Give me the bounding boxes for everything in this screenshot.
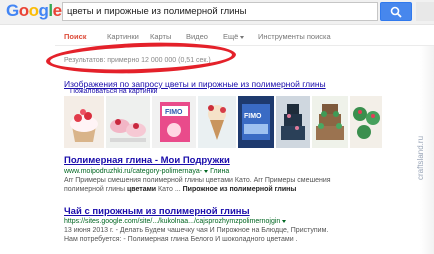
- result-title-link[interactable]: Чай с пирожным из полимерной глины: [64, 206, 250, 217]
- chevron-down-icon[interactable]: [204, 169, 209, 173]
- watermark: craftsland.ru: [416, 135, 425, 180]
- tab-video[interactable]: Видео: [186, 32, 208, 41]
- result-date: 13 июня 2013 г.: [64, 227, 114, 234]
- report-images-link[interactable]: Пожаловаться на картинки: [70, 88, 157, 95]
- logo-letter: e: [52, 1, 62, 20]
- result-url-text: https://sites.google.com/site/.../kukoln…: [64, 218, 281, 225]
- thumbnail-image[interactable]: [64, 96, 104, 148]
- thumbnail-image[interactable]: [276, 96, 310, 148]
- snippet-highlight: Пирожное из полимерной глины: [182, 186, 297, 193]
- tab-more-label: Ещё: [223, 32, 239, 41]
- snippet-text: полимерной глины: [64, 186, 127, 193]
- tab-more[interactable]: Ещё: [223, 32, 245, 41]
- result-url-text: www.moipodruzhki.ru/category-polimernaya…: [64, 168, 203, 175]
- thumbnail-image[interactable]: [198, 96, 236, 148]
- chevron-down-icon: [240, 35, 245, 39]
- result-title-link[interactable]: Полимерная глина - Мои Подружки: [64, 155, 230, 166]
- svg-text:FIMO: FIMO: [165, 109, 183, 116]
- result-url[interactable]: www.moipodruzhki.ru/category-polimernaya…: [64, 168, 229, 175]
- logo-letter: G: [6, 1, 19, 20]
- search-input[interactable]: цветы и пирожные из полимерной глины: [62, 2, 434, 21]
- search-button[interactable]: [380, 2, 412, 21]
- svg-text:FIMO: FIMO: [244, 113, 262, 120]
- search-icon: [390, 6, 402, 18]
- tab-maps[interactable]: Карты: [150, 32, 171, 41]
- logo-letter: o: [18, 1, 29, 20]
- snippet-text: - Делать Будем чашечку чая И Пирожное на…: [115, 227, 329, 234]
- thumbnail-image[interactable]: [312, 96, 348, 148]
- logo-letter: o: [28, 1, 39, 20]
- snippet-highlight: цветами: [126, 186, 157, 193]
- image-thumbnails: FIMO FIMO: [64, 96, 382, 148]
- header-edge: [416, 2, 434, 21]
- logo-letter: g: [38, 1, 49, 20]
- result-snippet: Arr Примеры смешения полимерной глины цв…: [64, 177, 331, 184]
- tab-search[interactable]: Поиск: [64, 32, 87, 41]
- snippet-text: Като ...: [156, 186, 183, 193]
- result-url-suffix: Глина: [210, 168, 230, 175]
- thumbnail-image[interactable]: [350, 96, 382, 148]
- google-logo[interactable]: Google: [6, 1, 62, 21]
- result-snippet: 13 июня 2013 г. - Делать Будем чашечку ч…: [64, 227, 328, 234]
- search-query-text: цветы и пирожные из полимерной глины: [67, 6, 247, 17]
- thumbnail-image[interactable]: FIMO: [238, 96, 274, 148]
- thumbnail-image[interactable]: [106, 96, 150, 148]
- thumbnail-image[interactable]: FIMO: [152, 96, 196, 148]
- result-url[interactable]: https://sites.google.com/site/.../kukoln…: [64, 218, 287, 225]
- chevron-down-icon[interactable]: [282, 219, 287, 223]
- result-snippet: Нам потребуется: - Полимерная глина Бело…: [64, 236, 298, 243]
- tab-images[interactable]: Картинки: [107, 32, 139, 41]
- result-snippet: полимерной глины цветами Като ... Пирожн…: [64, 186, 296, 193]
- tab-search-tools[interactable]: Инструменты поиска: [258, 32, 331, 41]
